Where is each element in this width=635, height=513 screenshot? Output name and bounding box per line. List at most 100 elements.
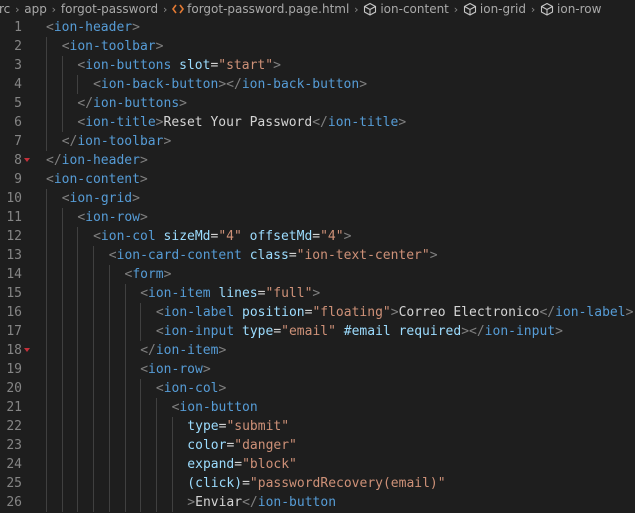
line-number: 23 [6, 438, 22, 453]
indent-guide [77, 227, 79, 246]
element-cube-icon [540, 2, 554, 16]
code-token: form [132, 267, 164, 282]
indent-guide [61, 379, 63, 398]
code-token: > [179, 96, 187, 111]
code-line[interactable]: 2 <ion-toolbar> [0, 37, 635, 56]
indent-guide [124, 493, 126, 512]
code-token: > [625, 305, 634, 320]
indent-guide [124, 284, 126, 303]
breadcrumb-label: forgot-password.page.html [187, 2, 350, 16]
code-token: > [273, 58, 281, 73]
code-token: ion-grid [69, 191, 133, 206]
indent-guide [108, 341, 110, 360]
indent-guide [46, 398, 47, 417]
indent-guide [77, 341, 79, 360]
breadcrumb-item-forgot-password[interactable]: forgot-password [61, 2, 158, 16]
indent-guide [46, 132, 47, 151]
code-editor[interactable]: 1 <ion-header> 2 <ion-toolbar> 3 <ion-buttons… [0, 18, 635, 513]
element-cube-icon [363, 2, 377, 16]
code-line[interactable]: 16 <ion-label position="floating">Correo … [0, 303, 635, 322]
code-token: </ [61, 134, 78, 149]
code-line[interactable]: 15 <ion-item lines="full"> [0, 284, 635, 303]
indent-guide [93, 455, 95, 474]
code-line[interactable]: 13 <ion-card-content class="ion-text-cent… [0, 246, 635, 265]
code-line[interactable]: 14 <form> [0, 265, 635, 284]
code-line[interactable]: 19 <ion-row> [0, 360, 635, 379]
indent-guide [61, 284, 63, 303]
indent-guide [140, 493, 142, 512]
code-token: > [218, 343, 227, 358]
code-line[interactable]: 26 >Enviar</ion-button [0, 493, 635, 512]
code-token: "passwordRecovery(email)" [249, 476, 446, 491]
breadcrumb-label: forgot-password [60, 2, 159, 16]
code-text: </ion-header> [46, 151, 148, 170]
indent-guide [61, 265, 63, 284]
code-line[interactable]: 25 (click)="passwordRecovery(email)" [0, 474, 635, 493]
line-number: 24 [6, 457, 22, 472]
indent-guide [124, 322, 126, 341]
indent-guide [124, 455, 126, 474]
indent-guide [93, 493, 95, 512]
code-line[interactable]: 20 <ion-col> [0, 379, 635, 398]
indent-guide [46, 493, 47, 512]
code-token: #email [343, 324, 391, 339]
indent-guide [155, 455, 157, 474]
code-line[interactable]: 4 <ion-back-button></ion-back-button> [0, 75, 635, 94]
breadcrumb-item-ion-grid[interactable]: ion-grid [463, 2, 526, 16]
indent-guide [93, 303, 95, 322]
fold-marker-icon[interactable] [24, 348, 30, 352]
code-line[interactable]: 24 expand="block" [0, 455, 635, 474]
code-line[interactable]: 8 </ion-header> [0, 151, 635, 170]
indent-guide [61, 322, 63, 341]
code-token: sizeMd [163, 229, 211, 244]
code-token: > [140, 210, 148, 225]
code-line[interactable]: 22 type="submit" [0, 417, 635, 436]
indent-guide [124, 398, 126, 417]
indent-guide [46, 37, 47, 56]
line-number: 7 [14, 134, 22, 149]
breadcrumb-item-ion-content[interactable]: ion-content [363, 2, 449, 16]
breadcrumb-item-app[interactable]: app [24, 2, 47, 16]
code-line[interactable]: 11 <ion-row> [0, 208, 635, 227]
code-line[interactable]: 1 <ion-header> [0, 18, 635, 37]
code-line[interactable]: 17 <ion-input type="email" #email require… [0, 322, 635, 341]
indent-guide [93, 436, 95, 455]
breadcrumb-separator: › [530, 2, 536, 16]
breadcrumb-item-ion-row[interactable]: ion-row [540, 2, 601, 16]
code-line[interactable]: 18 </ion-item> [0, 341, 635, 360]
breadcrumb-item-rc[interactable]: rc [0, 2, 10, 16]
line-number: 6 [14, 115, 22, 130]
code-line[interactable]: 3 <ion-buttons slot="start"> [0, 56, 635, 75]
indent-guide [46, 341, 47, 360]
fold-marker-icon[interactable] [24, 158, 30, 162]
indent-guide [124, 436, 126, 455]
code-line[interactable]: 23 color="danger" [0, 436, 635, 455]
line-number: 3 [14, 58, 22, 73]
code-line[interactable]: 7 </ion-toolbar> [0, 132, 635, 151]
indent-guide [61, 493, 63, 512]
code-line[interactable]: 12 <ion-col sizeMd="4" offsetMd="4"> [0, 227, 635, 246]
breadcrumb-label: app [24, 2, 47, 16]
breadcrumb-item-forgot-password-page-html[interactable]: forgot-password.page.html [172, 2, 349, 16]
code-token: < [155, 305, 164, 320]
indent-guide [108, 398, 110, 417]
code-line[interactable]: 5 </ion-buttons> [0, 94, 635, 113]
indent-guide [61, 341, 63, 360]
code-line[interactable]: 10 <ion-grid> [0, 189, 635, 208]
line-number: 22 [6, 419, 22, 434]
code-line[interactable]: 9 <ion-content> [0, 170, 635, 189]
line-number: 10 [6, 191, 22, 206]
line-number: 17 [6, 324, 22, 339]
code-line[interactable]: 6 <ion-title>Reset Your Password</ion-tit… [0, 113, 635, 132]
code-line[interactable]: 21 <ion-button [0, 398, 635, 417]
indent-guide [93, 379, 95, 398]
indent-guide [108, 284, 110, 303]
code-token: ion-toolbar [77, 134, 164, 149]
code-token: position [242, 305, 305, 320]
code-text: (click)="passwordRecovery(email)" [187, 474, 445, 493]
indent-guide [77, 284, 79, 303]
indent-guide [93, 360, 95, 379]
code-token: class [249, 248, 289, 263]
